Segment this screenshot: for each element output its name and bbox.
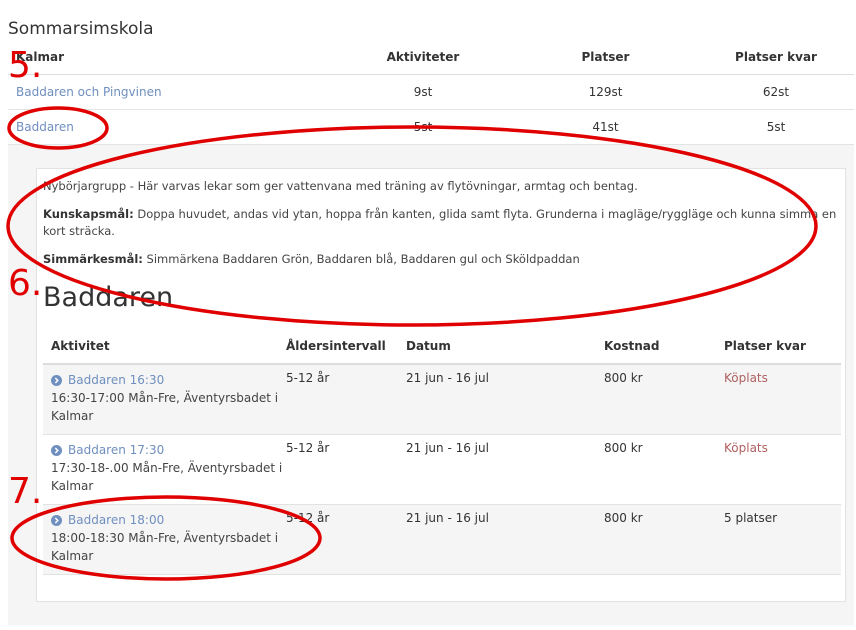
header-platser-kvar: Platser kvar [735, 50, 817, 64]
table-row: Baddaren 18:00 18:00-18:30 Mån-Fre, Även… [43, 505, 841, 575]
kunskapsmal: Kunskapsmål: Doppa huvudet, andas vid yt… [43, 206, 838, 240]
kunskapsmal-text: Doppa huvudet, andas vid ytan, hoppa frå… [43, 207, 837, 238]
activity-link-1800[interactable]: Baddaren 18:00 [51, 511, 286, 529]
cell-platser-kvar: 5st [766, 120, 786, 134]
cell-platser-kvar: Köplats [724, 441, 768, 455]
cell-platser-kvar: Köplats [724, 371, 768, 385]
header-platser-kvar: Platser kvar [724, 339, 806, 353]
activity-name: Baddaren 18:00 [68, 513, 165, 527]
link-baddaren-och-pingvinen[interactable]: Baddaren och Pingvinen [16, 85, 162, 99]
activity-link-1630[interactable]: Baddaren 16:30 [51, 371, 286, 389]
header-aldersintervall: Åldersintervall [286, 339, 386, 353]
table-row: Baddaren 5st 41st 5st [8, 110, 854, 145]
location-table: Kalmar Aktiviteter Platser Platser kvar … [8, 40, 854, 145]
activity-link-1730[interactable]: Baddaren 17:30 [51, 441, 286, 459]
activity-time: 17:30-18-.00 Mån-Fre, Äventyrsbadet i [51, 461, 283, 475]
header-aktivitet: Aktivitet [51, 339, 110, 353]
intro-text: Nybörjargrupp - Här varvas lekar som ger… [43, 179, 638, 193]
activity-table-header: Aktivitet Åldersintervall Datum Kostnad … [43, 329, 841, 365]
header-aktiviteter: Aktiviteter [386, 50, 460, 64]
activity-name: Baddaren 16:30 [68, 373, 165, 387]
simmarkesmal: Simmärkesmål: Simmärkena Baddaren Grön, … [43, 251, 838, 268]
chevron-circle-right-icon [51, 444, 62, 456]
header-kostnad: Kostnad [604, 339, 660, 353]
detail-title: Baddaren [43, 282, 174, 313]
activity-place: Kalmar [51, 549, 94, 563]
cell-aktiviteter: 5st [413, 120, 433, 134]
cell-cost: 800 kr [604, 371, 643, 385]
description: Nybörjargrupp - Här varvas lekar som ger… [43, 178, 838, 279]
table-row: Baddaren och Pingvinen 9st 129st 62st [8, 75, 854, 110]
cell-cost: 800 kr [604, 441, 643, 455]
cell-platser-kvar: 62st [762, 85, 790, 99]
header-platser: Platser [581, 50, 630, 64]
annotation-label-6: 6. [8, 263, 43, 304]
cell-platser: 41st [592, 120, 619, 134]
location-table-header: Kalmar Aktiviteter Platser Platser kvar [8, 40, 854, 75]
cell-platser-kvar: 5 platser [724, 511, 778, 525]
activity-name: Baddaren 17:30 [68, 443, 165, 457]
activity-place: Kalmar [51, 479, 94, 493]
chevron-circle-right-icon [51, 374, 62, 386]
kunskapsmal-label: Kunskapsmål: [43, 207, 134, 221]
page-title: Sommarsimskola [8, 19, 154, 40]
cell-age: 5-12 år [286, 511, 330, 525]
table-row: Baddaren 16:30 16:30-17:00 Mån-Fre, Även… [43, 365, 841, 435]
activity-place: Kalmar [51, 409, 94, 423]
cell-aktiviteter: 9st [413, 85, 433, 99]
activity-table: Aktivitet Åldersintervall Datum Kostnad … [43, 329, 841, 575]
annotation-label-7: 7. [8, 471, 43, 512]
link-baddaren[interactable]: Baddaren [16, 120, 74, 134]
chevron-circle-right-icon [51, 514, 62, 526]
cell-date: 21 jun - 16 jul [406, 441, 489, 455]
cell-platser: 129st [588, 85, 623, 99]
cell-cost: 800 kr [604, 511, 643, 525]
header-datum: Datum [406, 339, 451, 353]
cell-age: 5-12 år [286, 371, 330, 385]
cell-date: 21 jun - 16 jul [406, 511, 489, 525]
detail-panel: Nybörjargrupp - Här varvas lekar som ger… [36, 168, 846, 602]
activity-time: 18:00-18:30 Mån-Fre, Äventyrsbadet i [51, 531, 279, 545]
table-row: Baddaren 17:30 17:30-18-.00 Mån-Fre, Äve… [43, 435, 841, 505]
cell-date: 21 jun - 16 jul [406, 371, 489, 385]
header-kalmar: Kalmar [16, 50, 65, 64]
simmarkesmal-label: Simmärkesmål: [43, 252, 143, 266]
simmarkesmal-text: Simmärkena Baddaren Grön, Baddaren blå, … [142, 252, 580, 266]
activity-time: 16:30-17:00 Mån-Fre, Äventyrsbadet i [51, 391, 279, 405]
cell-age: 5-12 år [286, 441, 330, 455]
annotation-label-5: 5. [8, 45, 43, 86]
